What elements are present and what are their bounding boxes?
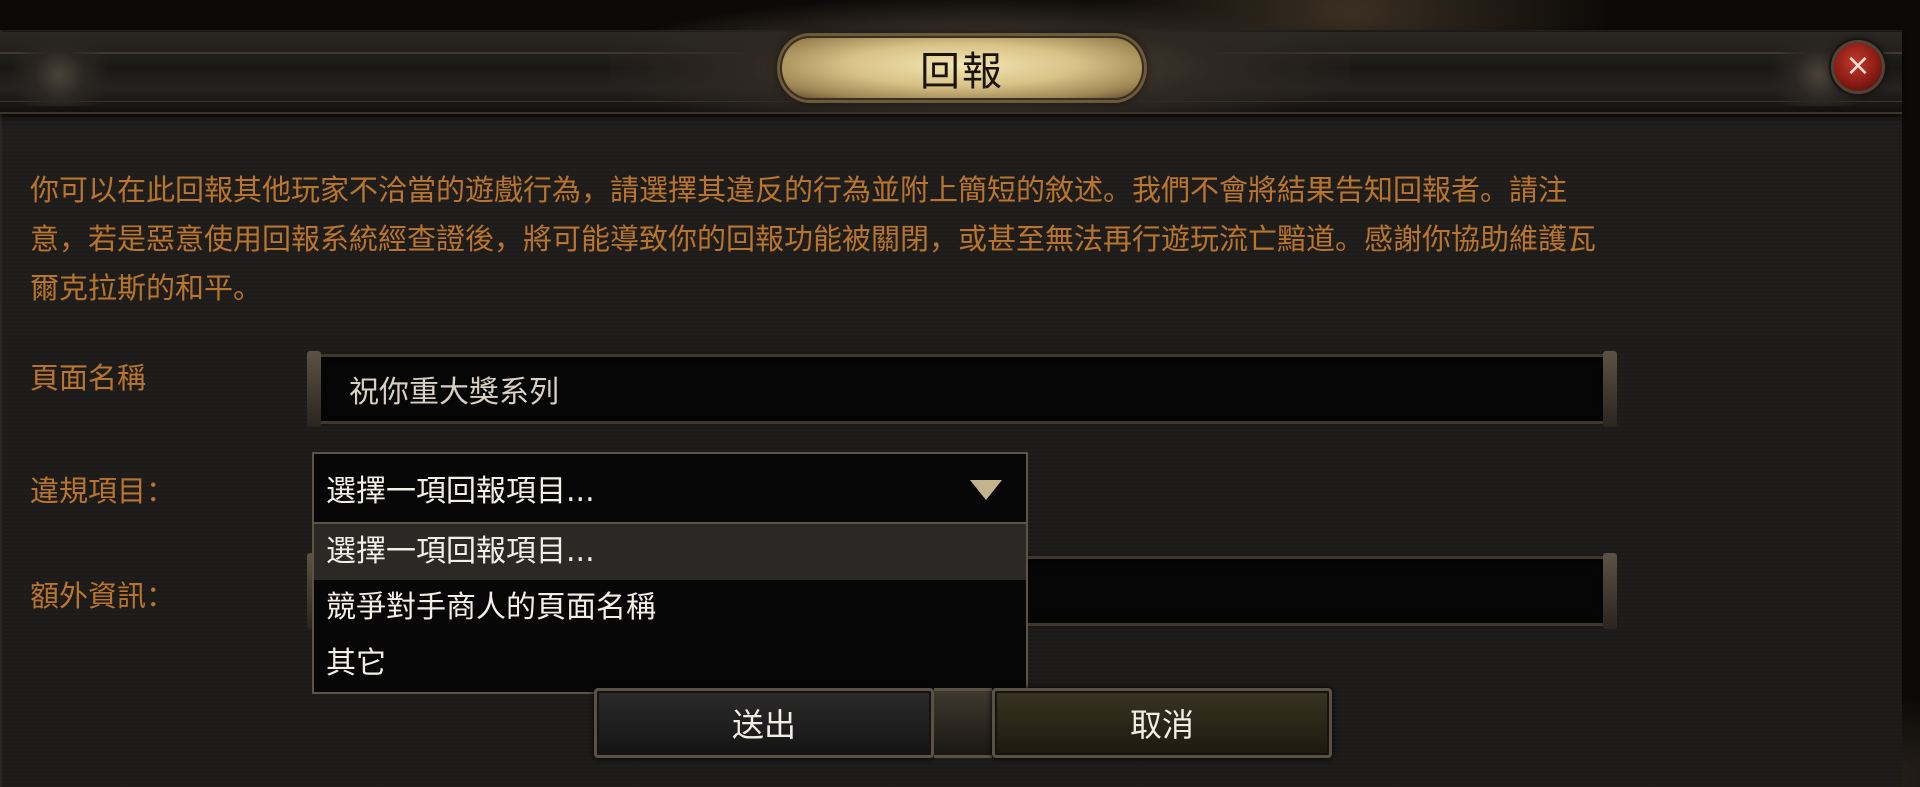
- button-divider-ornament: [934, 688, 992, 758]
- submit-button-label: 送出: [731, 706, 796, 744]
- corner-ornament-left: [10, 38, 120, 106]
- violation-dropdown-list: 選擇一項回報項目... 競爭對手商人的頁面名稱 其它: [312, 524, 1028, 694]
- dialog-title: 回報: [920, 49, 1004, 95]
- violation-option[interactable]: 競爭對手商人的頁面名稱: [314, 580, 1026, 636]
- report-description: 你可以在此回報其他玩家不洽當的遊戲行為，請選擇其違反的行為並附上簡短的敘述。我們…: [30, 166, 1810, 313]
- page-name-input[interactable]: [315, 357, 1609, 421]
- description-line: 意，若是惡意使用回報系統經查證後，將可能導致你的回報功能被關閉，或甚至無法再行遊…: [30, 222, 1597, 256]
- description-line: 你可以在此回報其他玩家不洽當的遊戲行為，請選擇其違反的行為並附上簡短的敘述。我們…: [30, 173, 1568, 207]
- submit-button[interactable]: 送出: [594, 688, 934, 758]
- extra-info-label: 額外資訊：: [30, 579, 176, 613]
- violation-select[interactable]: 選擇一項回報項目...: [312, 452, 1028, 524]
- violation-option[interactable]: 其它: [314, 636, 1026, 692]
- violation-option[interactable]: 選擇一項回報項目...: [314, 524, 1026, 580]
- violation-label: 違規項目：: [30, 474, 176, 508]
- violation-selected-value: 選擇一項回報項目...: [326, 474, 595, 509]
- close-button[interactable]: ×: [1831, 40, 1885, 94]
- title-plate: 回報: [780, 36, 1144, 100]
- cancel-button-label: 取消: [1129, 706, 1194, 744]
- dropdown-arrow-icon: [970, 480, 1002, 500]
- page-name-label: 頁面名稱: [30, 361, 147, 395]
- close-icon: ×: [1845, 48, 1871, 83]
- page-name-field: [307, 351, 1617, 427]
- cancel-button[interactable]: 取消: [992, 688, 1332, 758]
- description-line: 爾克拉斯的和平。: [30, 271, 263, 305]
